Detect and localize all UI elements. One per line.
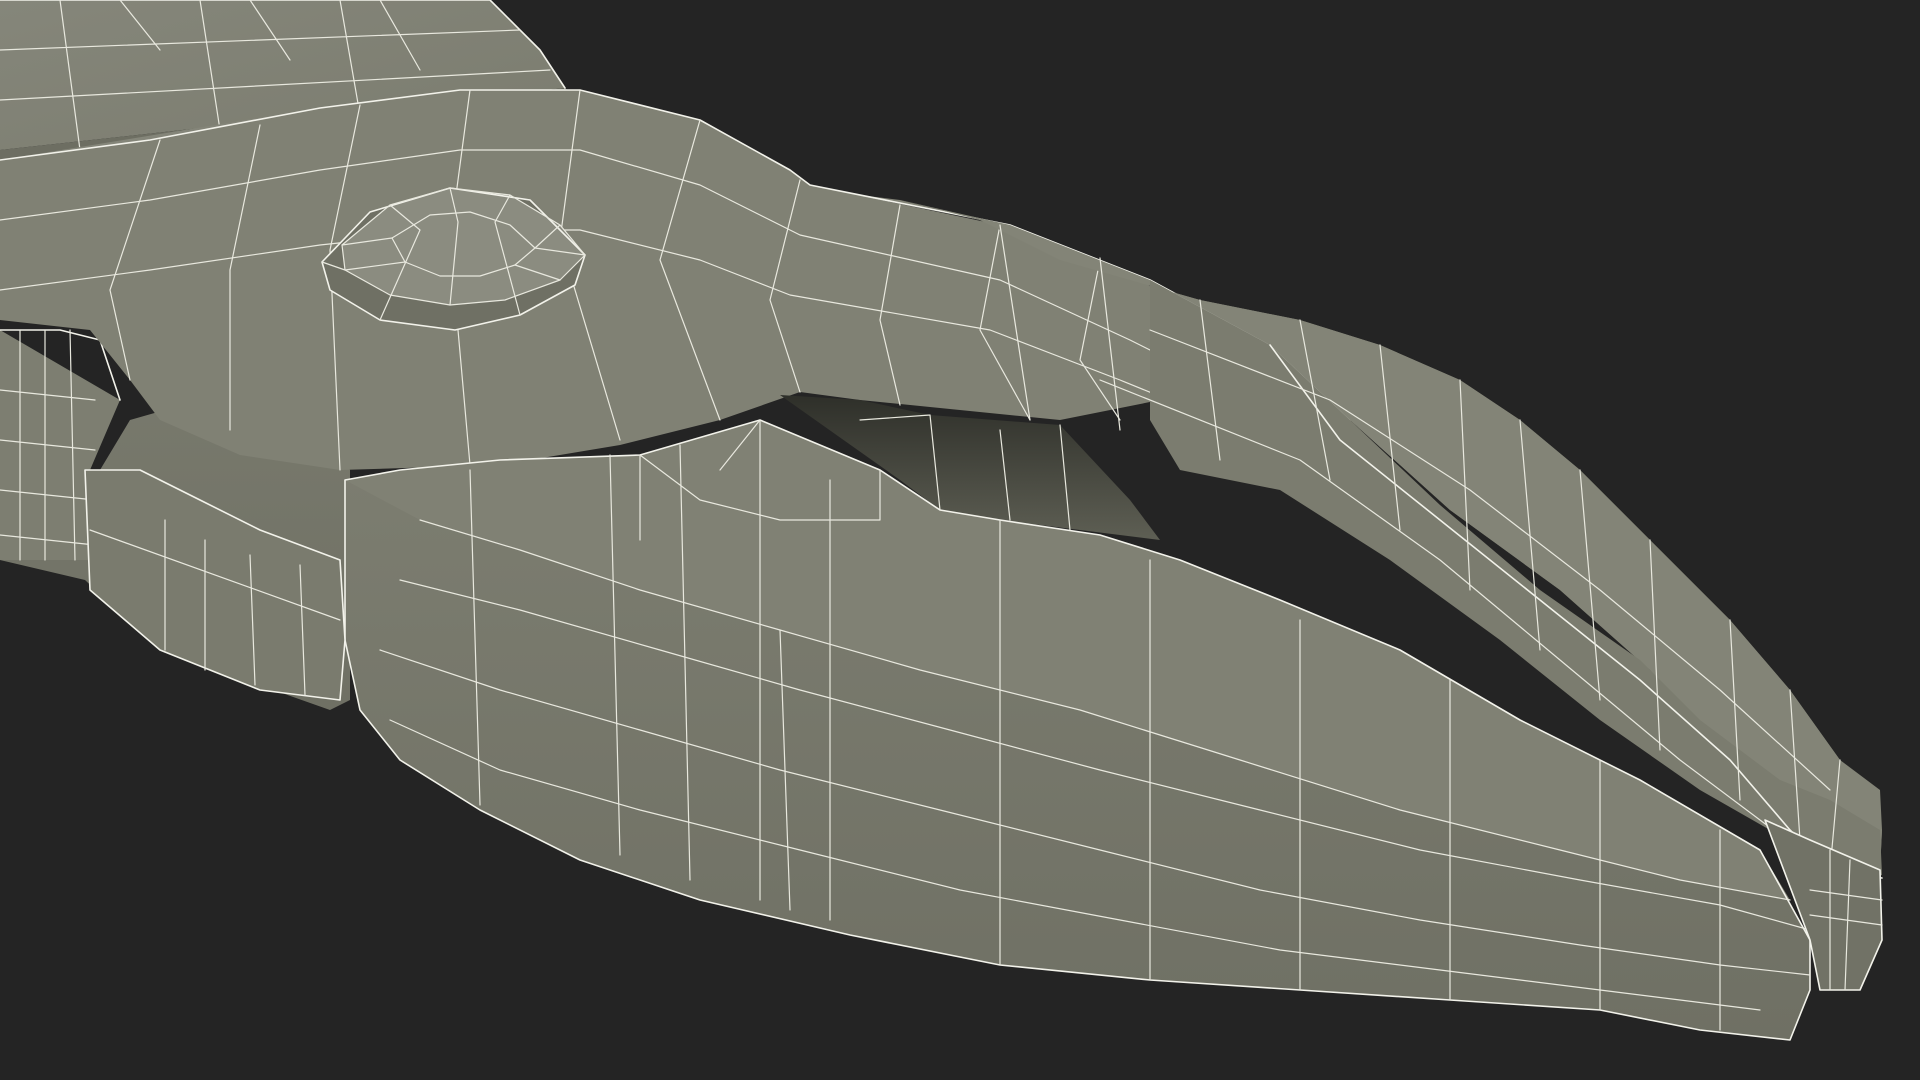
render-viewport: [0, 0, 1920, 1080]
wireframe-render: [0, 0, 1883, 1041]
